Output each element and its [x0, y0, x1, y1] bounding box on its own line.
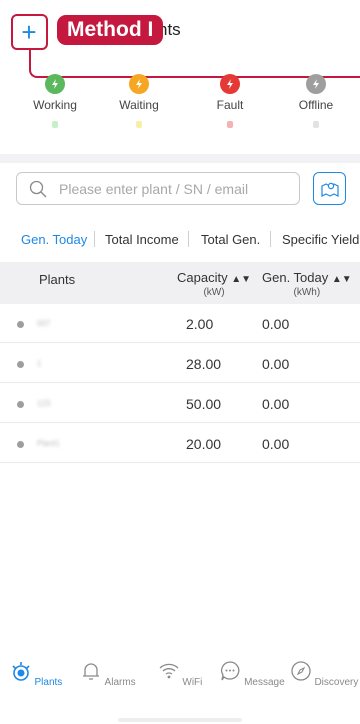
table-row[interactable]: 007 2.00 0.00: [0, 304, 360, 343]
nav-message[interactable]: Message: [216, 660, 288, 688]
section-divider: [0, 154, 360, 163]
lightning-icon: [45, 74, 65, 94]
tab-total-income[interactable]: Total Income: [105, 232, 179, 247]
annotation-highlight-box: [11, 14, 48, 50]
message-icon: [221, 661, 240, 681]
nav-wifi[interactable]: WiFi: [144, 660, 216, 688]
nav-discovery[interactable]: Discovery: [288, 660, 360, 688]
status-fault[interactable]: Fault: [190, 74, 270, 128]
status-label: Offline: [298, 98, 334, 112]
compass-icon: [291, 661, 311, 681]
nav-alarms[interactable]: Alarms: [72, 660, 144, 688]
table-row[interactable]: Plant1 20.00 0.00: [0, 424, 360, 463]
tab-divider: [188, 231, 189, 247]
bottom-tab-bar: Plants Alarms WiFi Message Discovery: [0, 654, 360, 724]
nav-label: WiFi: [182, 677, 203, 688]
gen-today-value: 0.00: [262, 356, 290, 372]
gen-today-value: 0.00: [262, 316, 290, 332]
plant-name: 123: [37, 399, 51, 408]
status-working[interactable]: Working: [15, 74, 95, 128]
home-indicator: [118, 718, 242, 722]
column-label: Gen. Today: [262, 270, 329, 285]
bell-icon: [83, 663, 100, 680]
column-header-plants: Plants: [39, 272, 76, 287]
search-icon: [29, 180, 47, 197]
map-view-button[interactable]: [313, 172, 346, 205]
capacity-value: 20.00: [186, 436, 222, 452]
column-header-capacity[interactable]: Capacity ▲▼ (kW): [177, 270, 251, 298]
nav-label: Discovery: [314, 677, 359, 688]
status-count-redacted: [313, 121, 319, 128]
capacity-value: 28.00: [186, 356, 222, 372]
plants-icon: [12, 662, 30, 681]
annotation-label: Method I: [57, 15, 164, 45]
sort-tabs: Gen. Today Total Income Total Gen. Speci…: [0, 228, 360, 252]
status-offline[interactable]: Offline: [276, 74, 356, 128]
gen-today-value: 0.00: [262, 396, 290, 412]
capacity-value: 2.00: [186, 316, 214, 332]
status-label: Fault: [216, 98, 244, 112]
lightning-icon: [306, 74, 326, 94]
tab-gen-today[interactable]: Gen. Today: [21, 232, 87, 247]
lightning-icon: [220, 74, 240, 94]
status-count-redacted: [52, 121, 58, 128]
status-summary: Working Waiting Fault Offline: [0, 74, 360, 138]
tab-specific-yield[interactable]: Specific Yield: [282, 232, 359, 247]
status-dot: [17, 321, 24, 328]
status-dot: [17, 441, 24, 448]
table-row[interactable]: 1 28.00 0.00: [0, 344, 360, 383]
status-dot: [17, 401, 24, 408]
plant-name: Plant1: [37, 439, 60, 448]
tab-divider: [270, 231, 271, 247]
gen-today-value: 0.00: [262, 436, 290, 452]
table-row[interactable]: 123 50.00 0.00: [0, 384, 360, 423]
column-header-gen-today[interactable]: Gen. Today ▲▼ (kWh): [262, 270, 352, 298]
lightning-icon: [129, 74, 149, 94]
plant-name: 1: [37, 359, 42, 368]
table-header: Plants Capacity ▲▼ (kW) Gen. Today ▲▼ (k…: [0, 262, 360, 304]
nav-plants[interactable]: Plants: [0, 660, 72, 688]
column-label: Capacity: [177, 270, 228, 285]
nav-label: Message: [244, 677, 285, 688]
search-input[interactable]: [59, 180, 279, 197]
status-dot: [17, 361, 24, 368]
tab-total-gen[interactable]: Total Gen.: [201, 232, 260, 247]
status-waiting[interactable]: Waiting: [99, 74, 179, 128]
capacity-value: 50.00: [186, 396, 222, 412]
column-unit: (kWh): [293, 287, 321, 298]
nav-label: Alarms: [104, 677, 136, 688]
column-unit: (kW): [203, 287, 225, 298]
search-box[interactable]: [16, 172, 300, 205]
nav-label: Plants: [34, 677, 63, 688]
status-label: Waiting: [119, 98, 159, 112]
wifi-icon: [159, 663, 179, 679]
status-count-redacted: [136, 121, 142, 128]
map-pin-icon: [320, 182, 339, 197]
plant-name: 007: [37, 319, 51, 328]
sort-icon: ▲▼: [331, 274, 352, 285]
tab-divider: [94, 231, 95, 247]
sort-icon: ▲▼: [231, 274, 251, 285]
status-count-redacted: [227, 121, 233, 128]
status-label: Working: [33, 98, 77, 112]
